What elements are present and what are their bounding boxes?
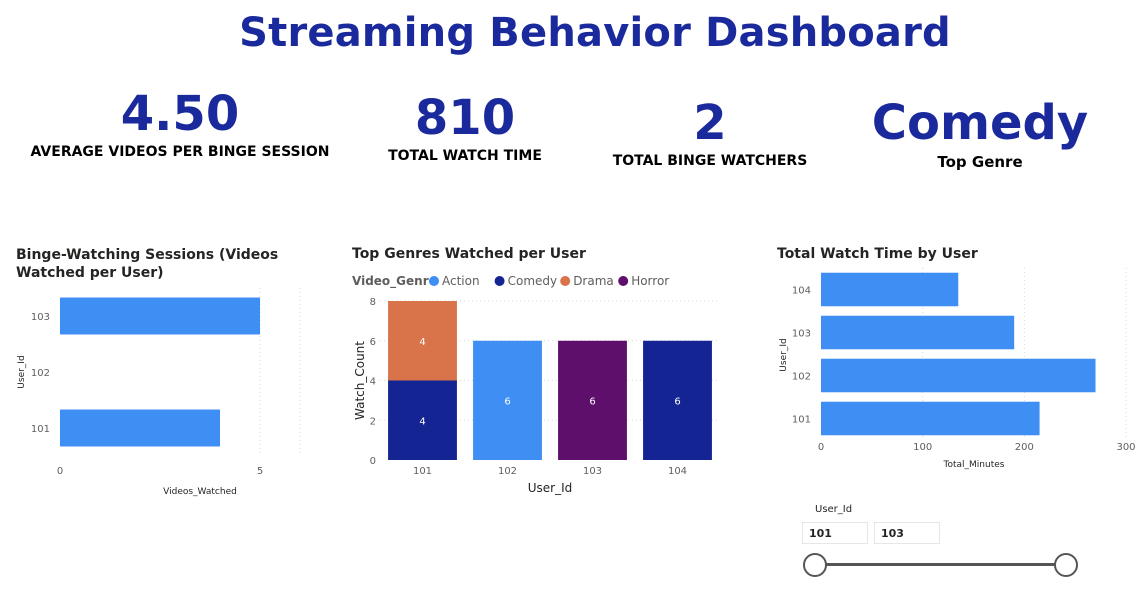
slicer-track[interactable] — [815, 563, 1067, 566]
x-tick-label: 102 — [498, 466, 517, 477]
x-tick-label: 103 — [583, 466, 602, 477]
binge-chart-title: Binge-Watching Sessions (Videos Watched … — [16, 247, 279, 281]
legend-marker — [618, 276, 629, 286]
x-tick-label: 104 — [668, 466, 687, 477]
y-tick-label: 101 — [31, 424, 50, 435]
genres-per-user-chart: Video_Genre Action Comedy Drama Horror 0 2 4 6 8 4… — [352, 274, 720, 495]
legend-label: Action — [442, 274, 480, 288]
y-axis-title: Watch_Count — [353, 341, 367, 420]
y-tick-label: 102 — [31, 368, 50, 379]
binge-sessions-chart: 0 5 103 102 101 Videos_Watched User_Id — [17, 288, 301, 497]
legend-marker — [494, 276, 505, 286]
legend-marker — [429, 276, 439, 286]
x-tick-label: 200 — [1015, 442, 1034, 453]
y-tick-label: 101 — [792, 415, 811, 426]
legend-label: Horror — [631, 274, 669, 288]
y-tick-label: 103 — [792, 329, 811, 340]
kpi-total-watch-time-label: TOTAL WATCH TIME — [388, 148, 542, 164]
kpi-avg-videos-value: 4.50 — [120, 86, 240, 142]
legend-title: Video_Genre — [352, 274, 437, 289]
kpi-top-genre-label: Top Genre — [937, 153, 1023, 171]
bar — [60, 297, 260, 335]
x-tick-label: 101 — [413, 466, 432, 477]
dashboard-title: Streaming Behavior Dashboard — [239, 10, 951, 56]
y-axis-title: User_Id — [17, 355, 27, 388]
kpi-avg-videos: 4.50 AVERAGE VIDEOS PER BINGE SESSION — [30, 88, 330, 160]
x-tick-label: 100 — [913, 442, 932, 453]
x-axis-title: User_Id — [528, 481, 573, 495]
y-tick-label: 2 — [370, 416, 376, 427]
y-tick-label: 102 — [792, 372, 811, 383]
slicer-label: User_Id — [815, 504, 853, 515]
bar — [821, 358, 1096, 393]
kpi-binge-watchers-value: 2 — [693, 95, 727, 151]
legend-marker — [560, 276, 571, 286]
genres-chart-title: Top Genres Watched per User — [352, 246, 586, 262]
slicer-max-input[interactable]: 103 — [874, 522, 940, 544]
legend-label: Comedy — [508, 274, 558, 288]
slicer-min-input[interactable]: 101 — [802, 522, 868, 544]
kpi-top-genre: Comedy Top Genre — [860, 97, 1100, 171]
watch-time-chart: 0 100 200 300 104 103 102 101 Total_Minutes User_… — [779, 268, 1136, 470]
y-tick-label: 4 — [370, 377, 376, 388]
y-axis-title: User_Id — [779, 338, 789, 371]
bar — [821, 401, 1040, 436]
slicer-min-handle[interactable] — [803, 553, 827, 577]
kpi-avg-videos-label: AVERAGE VIDEOS PER BINGE SESSION — [30, 144, 330, 160]
data-label: 4 — [419, 337, 425, 348]
y-tick-label: 104 — [792, 286, 811, 297]
x-axis-title: Videos_Watched — [163, 487, 237, 497]
legend-label: Drama — [573, 274, 614, 288]
kpi-binge-watchers-label: TOTAL BINGE WATCHERS — [612, 153, 808, 169]
x-tick-label: 5 — [257, 466, 263, 477]
kpi-binge-watchers: 2 TOTAL BINGE WATCHERS — [605, 97, 815, 169]
x-tick-label: 0 — [818, 442, 824, 453]
data-label: 4 — [419, 416, 425, 427]
kpi-total-watch-time: 810 TOTAL WATCH TIME — [365, 92, 565, 164]
bar — [821, 315, 1015, 350]
x-axis-title: Total_Minutes — [943, 460, 1005, 470]
bar — [60, 409, 220, 447]
data-label: 6 — [504, 396, 510, 407]
kpi-top-genre-value: Comedy — [871, 95, 1089, 151]
y-tick-label: 103 — [31, 312, 50, 323]
y-tick-label: 6 — [370, 337, 376, 348]
bar — [821, 272, 959, 307]
kpi-total-watch-time-value: 810 — [414, 90, 516, 146]
x-tick-label: 0 — [57, 466, 63, 477]
watch-time-chart-title: Total Watch Time by User — [777, 246, 978, 262]
y-tick-label: 0 — [370, 456, 376, 467]
slicer-max-handle[interactable] — [1054, 553, 1078, 577]
data-label: 6 — [674, 396, 680, 407]
y-tick-label: 8 — [370, 297, 376, 308]
data-label: 6 — [589, 396, 595, 407]
x-tick-label: 300 — [1116, 442, 1135, 453]
